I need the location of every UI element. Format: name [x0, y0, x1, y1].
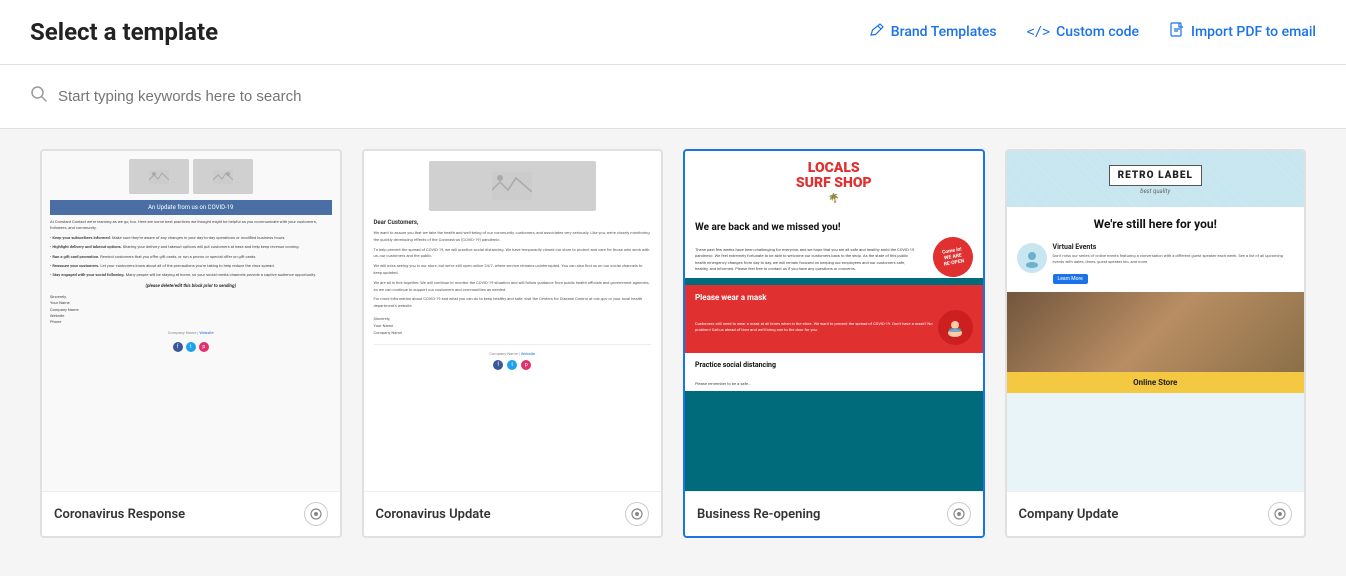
template-footer: Coronavirus Response: [42, 491, 340, 536]
code-icon: </>: [1027, 25, 1050, 40]
template-name: Coronavirus Response: [54, 507, 185, 522]
brand-templates-label: Brand Templates: [891, 24, 997, 40]
template-card[interactable]: Dear Customers, We want to assure you th…: [362, 149, 664, 538]
template-name: Company Update: [1019, 507, 1119, 522]
template-4-header: RETRO LABEL best quality: [1007, 151, 1305, 207]
template-1-body: At Constant Contact we're learning as we…: [50, 219, 332, 352]
preview-button[interactable]: [1268, 502, 1292, 526]
template-card[interactable]: RETRO LABEL best quality We're still her…: [1005, 149, 1307, 538]
template-footer: Company Update: [1007, 491, 1305, 536]
template-3-header: LOCALSSURF SHOP 🌴: [685, 151, 983, 214]
pdf-icon: [1169, 22, 1185, 42]
template-name: Business Re-opening: [697, 507, 820, 522]
preview-button[interactable]: [625, 502, 649, 526]
header: Select a template Brand Templates </> Cu…: [0, 0, 1346, 65]
brand-templates-link[interactable]: Brand Templates: [869, 22, 997, 42]
template-preview: An Update from us on COVID-19 At Constan…: [42, 151, 340, 491]
search-bar: [30, 85, 1316, 108]
template-preview: LOCALSSURF SHOP 🌴 We are back and we mis…: [685, 151, 983, 491]
import-pdf-link[interactable]: Import PDF to email: [1169, 22, 1316, 42]
preview-button[interactable]: [947, 502, 971, 526]
templates-grid: An Update from us on COVID-19 At Constan…: [0, 129, 1346, 558]
template-2-greeting: Dear Customers,: [374, 219, 652, 226]
preview-button[interactable]: [304, 502, 328, 526]
import-pdf-label: Import PDF to email: [1191, 24, 1316, 40]
template-preview: Dear Customers, We want to assure you th…: [364, 151, 662, 491]
header-actions: Brand Templates </> Custom code Import P…: [869, 22, 1316, 42]
template-card[interactable]: LOCALSSURF SHOP 🌴 We are back and we mis…: [683, 149, 985, 538]
custom-code-label: Custom code: [1056, 24, 1139, 40]
search-bar-container: [0, 65, 1346, 129]
paint-brush-icon: [869, 22, 885, 42]
search-input[interactable]: [58, 88, 1316, 105]
search-icon: [30, 85, 48, 108]
template-1-header: An Update from us on COVID-19: [50, 200, 332, 215]
page-title: Select a template: [30, 18, 218, 46]
template-preview: RETRO LABEL best quality We're still her…: [1007, 151, 1305, 491]
template-card[interactable]: An Update from us on COVID-19 At Constan…: [40, 149, 342, 538]
template-footer: Coronavirus Update: [364, 491, 662, 536]
template-name: Coronavirus Update: [376, 507, 491, 522]
custom-code-link[interactable]: </> Custom code: [1027, 24, 1139, 40]
template-footer: Business Re-opening: [685, 491, 983, 536]
page-wrapper: Select a template Brand Templates </> Cu…: [0, 0, 1346, 558]
